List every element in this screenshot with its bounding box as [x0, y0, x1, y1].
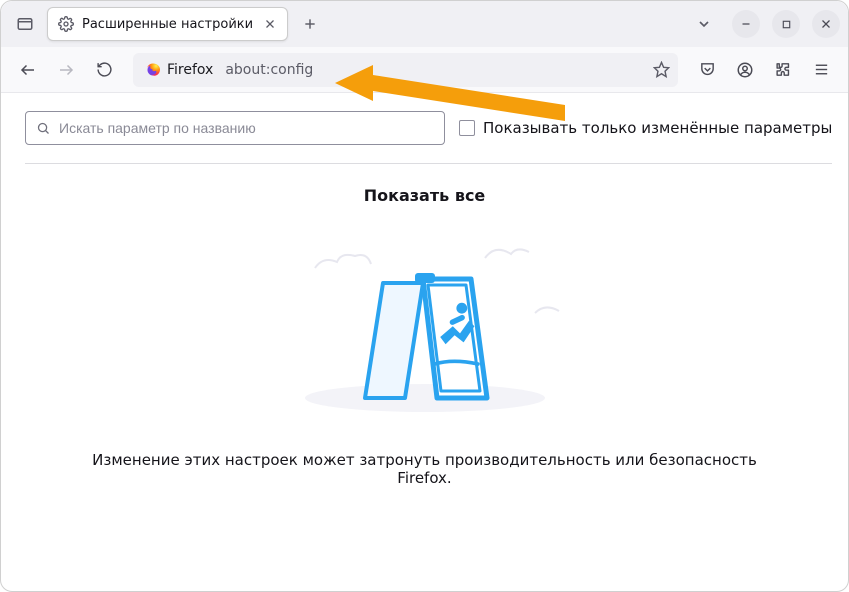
chevron-down-icon — [696, 16, 712, 32]
new-tab-button[interactable] — [294, 8, 326, 40]
bookmark-star-button[interactable] — [653, 61, 670, 78]
pocket-icon — [699, 61, 716, 78]
nav-toolbar: Firefox about:config — [1, 47, 848, 93]
gear-icon — [58, 16, 74, 32]
puzzle-icon — [775, 61, 792, 78]
close-icon — [820, 18, 832, 30]
star-icon — [653, 61, 670, 78]
close-icon — [264, 18, 276, 30]
url-bar[interactable]: Firefox about:config — [133, 53, 678, 87]
identity-label: Firefox — [167, 62, 213, 78]
identity-box[interactable]: Firefox — [141, 60, 217, 80]
search-icon — [36, 121, 51, 136]
show-modified-checkbox[interactable]: Показывать только изменённые параметры — [459, 119, 832, 137]
reload-button[interactable] — [87, 53, 121, 87]
extensions-button[interactable] — [766, 53, 800, 87]
hamburger-icon — [813, 61, 830, 78]
tab-close-button[interactable] — [261, 15, 279, 33]
config-search-input[interactable] — [59, 120, 434, 136]
arrow-right-icon — [57, 61, 75, 79]
caution-illustration — [25, 223, 824, 423]
tab-bar: Расширенные настройки — [1, 1, 848, 47]
list-all-tabs-button[interactable] — [688, 8, 720, 40]
account-icon — [736, 61, 754, 79]
minimize-icon — [740, 18, 752, 30]
plus-icon — [303, 17, 317, 31]
back-button[interactable] — [11, 53, 45, 87]
window-close-button[interactable] — [812, 10, 840, 38]
url-text: about:config — [225, 62, 645, 78]
divider — [25, 163, 832, 164]
app-menu-button[interactable] — [804, 53, 838, 87]
pocket-button[interactable] — [690, 53, 724, 87]
window-maximize-button[interactable] — [772, 10, 800, 38]
reload-icon — [96, 61, 113, 78]
sidebar-toggle-button[interactable] — [9, 8, 41, 40]
show-all-heading[interactable]: Показать все — [25, 186, 824, 205]
maximize-icon — [781, 19, 792, 30]
browser-tab[interactable]: Расширенные настройки — [47, 7, 288, 41]
about-config-content: Показывать только изменённые параметры П… — [1, 93, 848, 487]
arrow-left-icon — [19, 61, 37, 79]
checkbox-box[interactable] — [459, 120, 475, 136]
tab-title: Расширенные настройки — [82, 17, 253, 32]
window-minimize-button[interactable] — [732, 10, 760, 38]
account-button[interactable] — [728, 53, 762, 87]
config-search-box[interactable] — [25, 111, 445, 145]
forward-button[interactable] — [49, 53, 83, 87]
firefox-logo-icon — [145, 62, 161, 78]
checkbox-label: Показывать только изменённые параметры — [483, 119, 832, 137]
config-warning-text: Изменение этих настроек может затронуть … — [25, 451, 824, 487]
search-row: Показывать только изменённые параметры — [25, 111, 824, 145]
